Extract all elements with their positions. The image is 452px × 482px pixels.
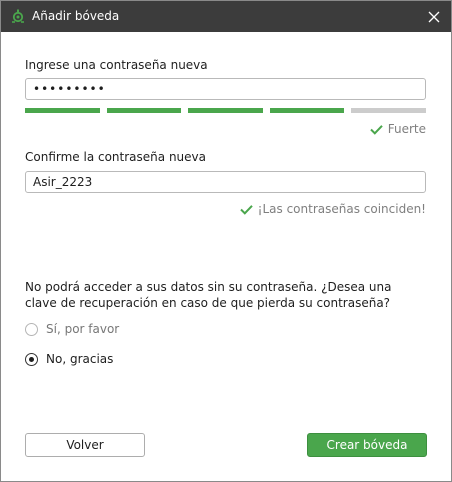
- radio-no-thanks[interactable]: No, gracias: [25, 352, 113, 366]
- add-vault-dialog: Añadir bóveda Ingrese una contraseña nue…: [0, 0, 452, 482]
- radio-button-selected[interactable]: [25, 352, 38, 366]
- confirm-password-field[interactable]: [25, 171, 426, 193]
- match-status: ¡Las contraseñas coinciden!: [239, 202, 426, 216]
- radio-label: Sí, por favor: [46, 322, 120, 336]
- check-icon: [239, 204, 253, 215]
- radio-yes-please[interactable]: Sí, por favor: [25, 322, 119, 336]
- strength-text: Fuerte: [387, 122, 426, 136]
- title-bar: Añadir bóveda: [1, 1, 451, 32]
- strength-segment: [269, 108, 345, 113]
- dialog-content: Ingrese una contraseña nueva Fuerte Conf…: [1, 32, 451, 481]
- strength-status: Fuerte: [370, 122, 426, 136]
- check-icon: [370, 124, 383, 135]
- close-icon: [428, 11, 440, 22]
- strength-segment: [25, 108, 100, 113]
- radio-label: No, gracias: [46, 352, 114, 366]
- match-text: ¡Las contraseñas coinciden!: [257, 202, 426, 216]
- back-button[interactable]: Volver: [25, 433, 145, 457]
- new-password-label: Ingrese una contraseña nueva: [25, 58, 208, 72]
- vault-logo-icon: [12, 9, 24, 23]
- new-password-field[interactable]: [25, 78, 426, 100]
- password-strength-meter: [25, 108, 426, 113]
- recovery-question: No podrá acceder a sus datos sin su cont…: [25, 280, 392, 310]
- strength-segment: [188, 108, 263, 113]
- strength-segment: [106, 108, 182, 113]
- create-vault-button[interactable]: Crear bóveda: [307, 433, 427, 457]
- confirm-password-label: Confirme la contraseña nueva: [25, 150, 206, 164]
- strength-segment: [351, 108, 426, 113]
- close-button[interactable]: [417, 1, 451, 32]
- window-title: Añadir bóveda: [32, 9, 120, 23]
- radio-button[interactable]: [25, 322, 38, 336]
